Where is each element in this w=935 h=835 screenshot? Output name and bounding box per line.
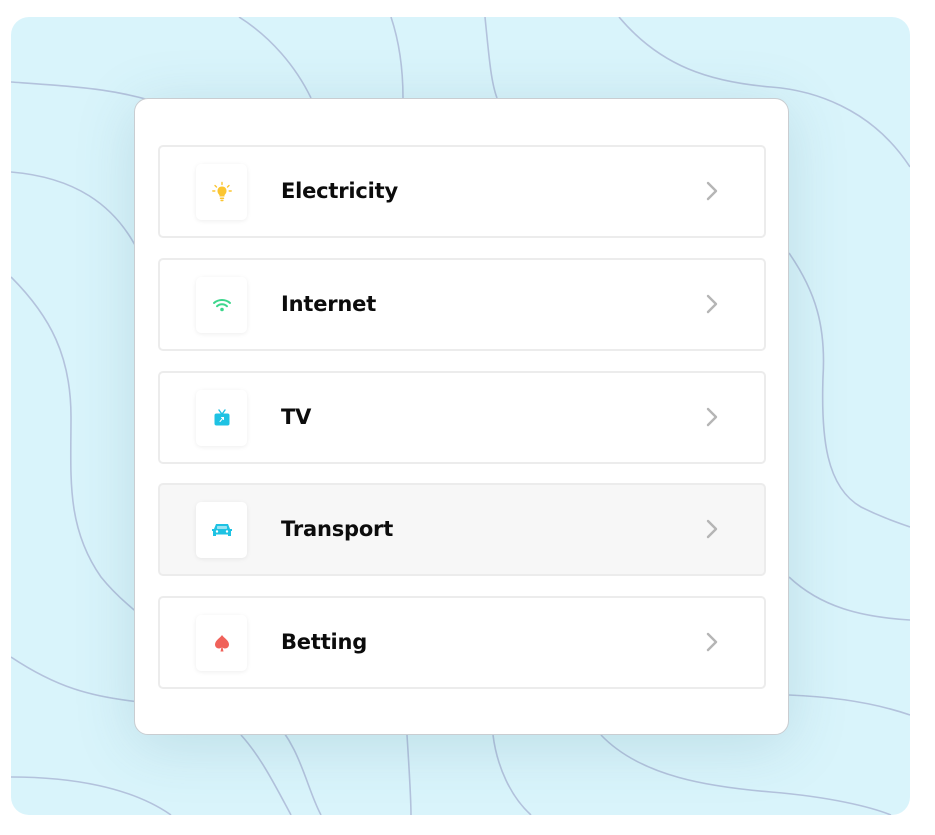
car-icon	[211, 524, 232, 536]
category-label: Betting	[281, 630, 368, 654]
icon-box	[196, 164, 247, 220]
category-label: Transport	[281, 517, 394, 541]
spade-icon	[214, 635, 229, 652]
icon-box	[196, 277, 247, 333]
icon-box	[196, 502, 247, 558]
wifi-icon	[212, 299, 231, 312]
category-item-tv[interactable]: TV	[158, 371, 766, 464]
chevron-right-icon	[706, 407, 718, 427]
category-item-electricity[interactable]: Electricity	[158, 145, 766, 238]
lightbulb-icon	[211, 181, 232, 202]
icon-box	[196, 390, 247, 446]
category-item-internet[interactable]: Internet	[158, 258, 766, 351]
chevron-right-icon	[706, 632, 718, 652]
category-item-transport[interactable]: Transport	[158, 483, 766, 576]
chevron-right-icon	[706, 294, 718, 314]
category-card: Electricity Internet TV Transport Bettin…	[134, 98, 789, 735]
category-label: TV	[281, 405, 312, 429]
chevron-right-icon	[706, 519, 718, 539]
category-item-betting[interactable]: Betting	[158, 596, 766, 689]
icon-box	[196, 615, 247, 671]
chevron-right-icon	[706, 181, 718, 201]
category-label: Internet	[281, 292, 377, 316]
category-label: Electricity	[281, 179, 399, 203]
tv-icon	[214, 409, 229, 426]
